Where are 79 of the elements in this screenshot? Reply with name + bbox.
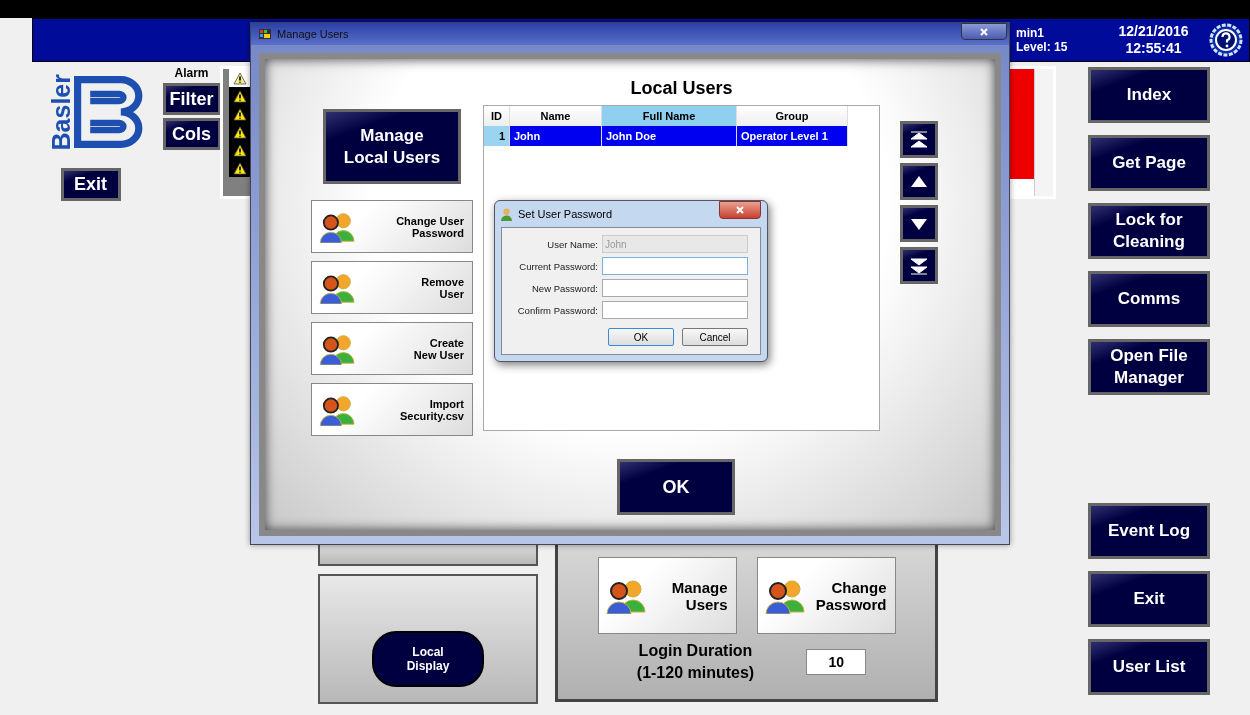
alarm-row[interactable] [229, 159, 251, 177]
alarm-button[interactable]: Filter [162, 83, 221, 115]
nav-button[interactable]: Lock for Cleaning [1088, 203, 1210, 259]
dialog-button[interactable]: OK [608, 328, 674, 346]
user-level: Level: 15 [1016, 40, 1069, 54]
action-button[interactable]: Create New User [311, 322, 473, 375]
scroll-button[interactable] [900, 163, 938, 200]
dialog-title: Set User Password [518, 208, 613, 220]
local-display-button[interactable]: Local Display [372, 631, 484, 687]
nav-button[interactable]: Index [1088, 67, 1210, 123]
nav-button[interactable]: Open File Manager [1088, 339, 1210, 395]
down-arrow-icon [909, 255, 929, 276]
time-text: 12:55:41 [1125, 40, 1182, 57]
nav-button[interactable]: Event Log [1088, 503, 1210, 559]
table-cell[interactable]: John Doe [602, 126, 737, 146]
table-cell[interactable]: 1 [484, 126, 510, 146]
action-button[interactable]: Import Security.csv [311, 383, 473, 436]
warning-icon [233, 71, 247, 85]
action-button[interactable]: Remove User [311, 261, 473, 314]
alarm-label: Alarm [174, 66, 209, 80]
field-label: New Password: [532, 282, 598, 294]
users-icon [318, 393, 358, 426]
user-icon [501, 207, 512, 221]
dialog-button[interactable]: Cancel [682, 328, 748, 346]
field-label: User Name: [547, 238, 598, 250]
warning-icon [233, 161, 247, 175]
user-name: min1 [1016, 26, 1045, 40]
scroll-button[interactable] [900, 247, 938, 284]
users-icon [763, 577, 808, 614]
column-header[interactable]: Full Name [602, 106, 737, 126]
nav-button[interactable]: Get Page [1088, 135, 1210, 191]
alarm-row[interactable] [229, 123, 251, 141]
alarm-row[interactable] [229, 141, 251, 159]
table-cell[interactable]: Operator Level 1 [737, 126, 848, 146]
users-icon [604, 577, 649, 614]
ok-button[interactable]: OK [617, 459, 735, 515]
close-button[interactable] [961, 23, 1007, 40]
window-title: Manage Users [277, 28, 349, 40]
nav-button[interactable]: Comms [1088, 271, 1210, 327]
nav-button[interactable]: Exit [1088, 571, 1210, 627]
manage-local-users-button[interactable]: Manage Local Users [323, 109, 461, 184]
close-icon [979, 26, 989, 37]
alarm-row[interactable] [229, 69, 251, 87]
scrollbar[interactable] [1034, 69, 1053, 196]
users-button[interactable]: Manage Users [597, 557, 737, 634]
users-button[interactable]: Change Password [756, 557, 896, 634]
column-header[interactable]: ID [484, 106, 510, 126]
input-field[interactable] [602, 279, 748, 297]
scroll-button[interactable] [900, 205, 938, 242]
table-cell[interactable]: John [510, 126, 602, 146]
column-header[interactable]: Group [737, 106, 848, 126]
login-duration-field[interactable]: 10 [806, 649, 867, 675]
scroll-button[interactable] [900, 121, 938, 158]
action-button[interactable]: Change User Password [311, 200, 473, 253]
app-icon [259, 29, 271, 39]
warning-icon [233, 143, 247, 157]
users-icon [318, 210, 358, 243]
help-icon[interactable] [1209, 23, 1243, 57]
nav-button[interactable]: User List [1088, 639, 1210, 695]
alarm-button[interactable]: Cols [162, 118, 221, 150]
column-header[interactable]: Name [510, 106, 602, 126]
users-icon [318, 332, 358, 365]
alarm-row[interactable] [229, 105, 251, 123]
login-duration-label: Login Duration (1-120 minutes) [636, 641, 755, 683]
close-icon [735, 205, 745, 215]
warning-icon [233, 125, 247, 139]
exit-button[interactable]: Exit [60, 168, 121, 201]
warning-icon [233, 89, 247, 103]
date-text: 12/21/2016 [1118, 23, 1189, 40]
warning-icon [233, 107, 247, 121]
field-label: Confirm Password: [517, 304, 598, 316]
users-icon [318, 271, 358, 304]
field-label: Current Password: [519, 260, 598, 272]
close-button[interactable] [719, 201, 761, 219]
input-field[interactable] [602, 257, 748, 275]
section-heading: Local Users [629, 77, 734, 100]
input-field[interactable] [602, 301, 748, 319]
up-arrow-icon [909, 129, 929, 150]
alarm-row[interactable] [229, 87, 251, 105]
